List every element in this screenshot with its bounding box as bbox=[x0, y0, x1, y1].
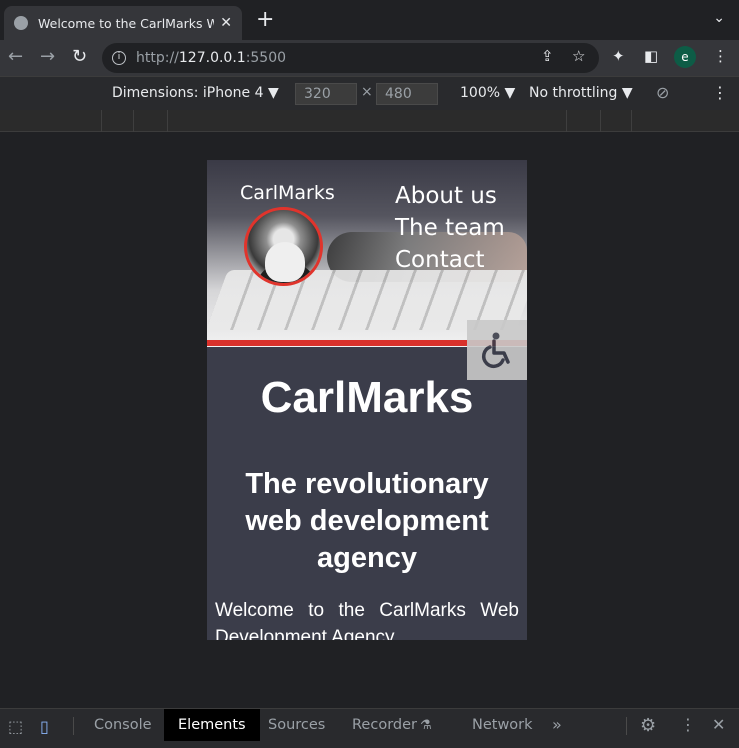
site-info-icon[interactable]: i bbox=[112, 51, 126, 65]
tab-sources[interactable]: Sources bbox=[254, 709, 339, 741]
media-query-bar[interactable] bbox=[0, 110, 739, 132]
device-toolbar: Dimensions: iPhone 4 ▼ 320 × 480 100% ▼ … bbox=[0, 76, 739, 110]
nav-link-team[interactable]: The team bbox=[395, 212, 505, 244]
tab-title: Welcome to the CarlMarks Web bbox=[38, 15, 215, 31]
nav-link-contact[interactable]: Contact bbox=[395, 244, 505, 276]
flask-icon: ⚗ bbox=[420, 718, 432, 733]
more-tabs-button[interactable]: » bbox=[552, 715, 562, 734]
throttling-select[interactable]: No throttling ▼ bbox=[529, 85, 633, 101]
share-icon[interactable]: ⇪ bbox=[541, 47, 554, 65]
extensions-icon[interactable]: ✦ bbox=[612, 47, 625, 65]
browser-menu-icon[interactable]: ⋮ bbox=[713, 47, 728, 65]
emulated-viewport: CarlMarks About us The team Contact Carl… bbox=[207, 160, 527, 640]
intro-text: Welcome to the CarlMarks Web Development… bbox=[215, 600, 519, 640]
site-logo-text[interactable]: CarlMarks bbox=[240, 182, 335, 204]
tab-console[interactable]: Console bbox=[80, 709, 166, 741]
emulation-stage: CarlMarks About us The team Contact Carl… bbox=[0, 132, 739, 708]
url-port: :5500 bbox=[245, 50, 287, 66]
profile-avatar[interactable]: e bbox=[674, 46, 696, 68]
forward-icon[interactable]: → bbox=[40, 46, 55, 67]
viewport-height-input[interactable]: 480 bbox=[376, 83, 438, 105]
rotate-icon[interactable]: ⊘ bbox=[656, 83, 669, 102]
zoom-select[interactable]: 100% ▼ bbox=[460, 85, 515, 101]
tab-recorder[interactable]: Recorder bbox=[338, 709, 431, 741]
page-tagline: The revolutionary web development agency bbox=[245, 468, 489, 574]
more-options-icon[interactable]: ⋮ bbox=[712, 83, 728, 102]
accessibility-button[interactable] bbox=[467, 320, 527, 380]
tab-search-icon[interactable]: ⌄ bbox=[713, 10, 725, 26]
dimension-times: × bbox=[361, 84, 373, 100]
address-bar[interactable]: i http:// 127.0.0.1 :5500 bbox=[102, 43, 599, 73]
browser-tab[interactable]: Welcome to the CarlMarks Web ✕ bbox=[4, 6, 242, 40]
inspect-element-icon[interactable]: ⬚ bbox=[8, 717, 23, 736]
page-title: CarlMarks bbox=[260, 373, 474, 422]
bookmark-star-icon[interactable]: ☆ bbox=[572, 47, 585, 65]
dimensions-select[interactable]: Dimensions: iPhone 4 ▼ bbox=[112, 85, 279, 101]
close-tab-icon[interactable]: ✕ bbox=[220, 15, 232, 31]
browser-toolbar: ← → ↻ i http:// 127.0.0.1 :5500 ⇪ ☆ ✦ ◧ … bbox=[0, 40, 739, 76]
devtools-menu-icon[interactable]: ⋮ bbox=[680, 715, 696, 734]
tab-strip: Welcome to the CarlMarks Web ✕ + ⌄ bbox=[0, 0, 739, 40]
device-toggle-icon[interactable]: ▯ bbox=[40, 717, 49, 736]
side-panel-icon[interactable]: ◧ bbox=[644, 47, 658, 65]
url-host: 127.0.0.1 bbox=[178, 50, 246, 66]
site-nav: About us The team Contact bbox=[395, 180, 505, 276]
tab-elements[interactable]: Elements bbox=[164, 709, 260, 741]
viewport-width-input[interactable]: 320 bbox=[295, 83, 357, 105]
url-scheme: http:// bbox=[136, 50, 179, 66]
tab-network[interactable]: Network bbox=[458, 709, 547, 741]
back-icon[interactable]: ← bbox=[8, 46, 23, 67]
nav-link-about[interactable]: About us bbox=[395, 180, 505, 212]
close-devtools-icon[interactable]: ✕ bbox=[712, 715, 725, 734]
wheelchair-icon bbox=[482, 332, 510, 368]
globe-icon bbox=[14, 16, 28, 30]
new-tab-button[interactable]: + bbox=[256, 8, 274, 32]
reload-icon[interactable]: ↻ bbox=[72, 46, 87, 67]
settings-gear-icon[interactable]: ⚙ bbox=[640, 715, 656, 736]
logo-portrait[interactable] bbox=[244, 207, 323, 286]
devtools-panel: ⬚ ▯ Console Elements Sources Recorder ⚗ … bbox=[0, 708, 739, 748]
